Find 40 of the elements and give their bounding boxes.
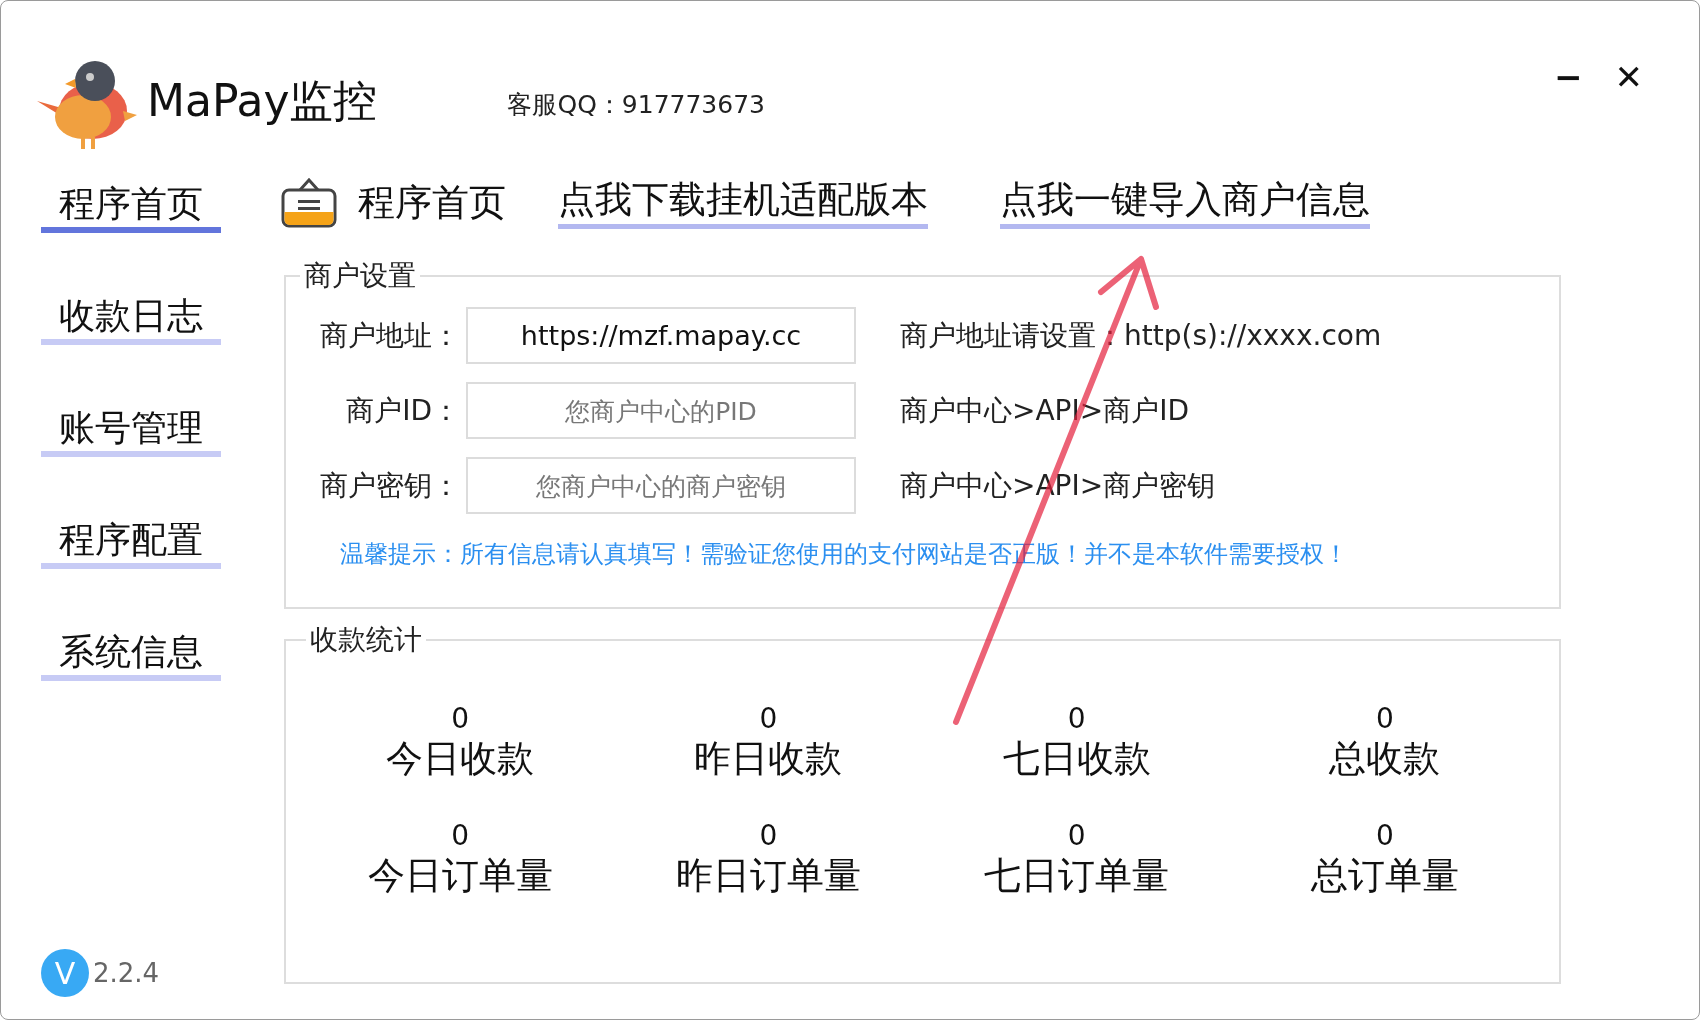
text-field[interactable]: https://mzf.mapay.cc xyxy=(466,307,856,364)
text-field[interactable]: 您商户中心的PID xyxy=(466,382,856,439)
panel-title: 商户设置 xyxy=(303,258,417,294)
sidebar-item[interactable]: 程序配置 xyxy=(41,517,221,569)
stat-label: 昨日订单量 xyxy=(675,853,861,900)
stat-value: 0 xyxy=(451,818,470,854)
signboard-icon xyxy=(280,176,338,230)
sidebar-item[interactable]: 程序首页 xyxy=(41,181,221,233)
text-field[interactable]: 您商户中心的商户密钥 xyxy=(466,457,856,514)
support-qq: 客服QQ：917773673 xyxy=(507,89,765,122)
stat-label: 今日收款 xyxy=(386,736,535,782)
close-button[interactable]: ✕ xyxy=(1598,51,1659,103)
version-badge: V xyxy=(41,949,89,997)
stat-label: 七日订单量 xyxy=(984,853,1170,900)
sidebar-item[interactable]: 系统信息 xyxy=(41,629,221,681)
stat-value: 0 xyxy=(759,701,778,736)
sidebar-item[interactable]: 收款日志 xyxy=(41,293,221,345)
field-label: 商户密钥： xyxy=(319,467,460,504)
link[interactable]: 点我一键导入商户信息 xyxy=(1000,177,1370,229)
field-label: 商户地址： xyxy=(319,317,460,354)
stat-value: 0 xyxy=(1375,701,1394,736)
stat-value: 0 xyxy=(1067,701,1086,736)
field-hint: 商户地址请设置：http(s)://xxxx.com xyxy=(900,317,1382,354)
sidebar-item[interactable]: 账号管理 xyxy=(41,405,221,457)
panel-title: 收款统计 xyxy=(309,622,423,658)
stat-value: 0 xyxy=(1375,818,1394,854)
version-number: 2.2.4 xyxy=(93,956,160,990)
stat-value: 0 xyxy=(759,818,778,854)
stat-value: 0 xyxy=(1067,818,1086,854)
app-title: MaPay监控 xyxy=(147,74,378,128)
page-title: 程序首页 xyxy=(358,180,506,227)
stat-label: 昨日收款 xyxy=(694,736,843,782)
stat-label: 总订单量 xyxy=(1310,853,1459,900)
link[interactable]: 点我下载挂机适配版本 xyxy=(558,177,928,229)
stat-label: 总收款 xyxy=(1329,736,1441,782)
minimize-button[interactable]: − xyxy=(1538,51,1599,103)
stat-value: 0 xyxy=(451,701,470,736)
field-label: 商户ID： xyxy=(345,392,460,429)
stat-label: 七日收款 xyxy=(1002,736,1151,782)
stat-label: 今日订单量 xyxy=(367,853,553,900)
